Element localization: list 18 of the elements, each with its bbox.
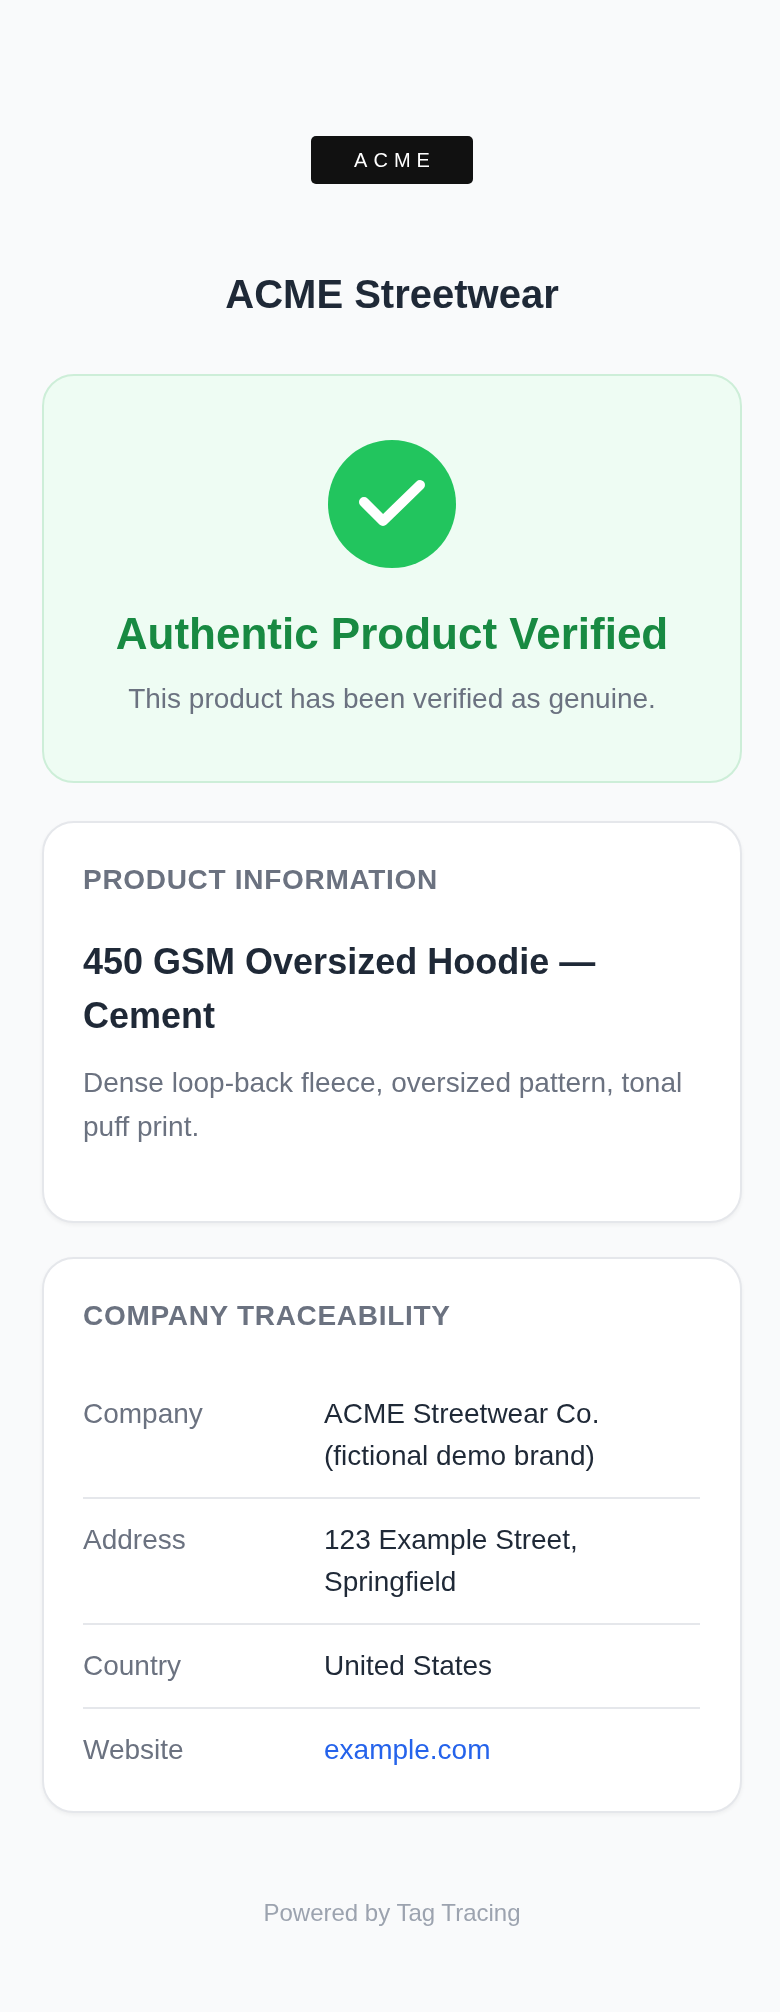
- footer-text: Powered by Tag Tracing: [263, 1899, 521, 1928]
- product-name: 450 GSM Oversized Hoodie — Cement: [83, 940, 597, 1039]
- field-label: Company: [83, 1397, 203, 1431]
- website-link[interactable]: example.com: [324, 1729, 491, 1771]
- brand-name: ACME Streetwear: [225, 271, 559, 318]
- section-heading: PRODUCT INFORMATION: [83, 862, 438, 897]
- field-label: Website: [83, 1733, 184, 1767]
- brand-logo: ACME: [311, 136, 473, 184]
- field-value: ACME Streetwear Co. (fictional demo brand): [324, 1397, 601, 1473]
- section-heading: COMPANY TRACEABILITY: [83, 1299, 451, 1333]
- verification-message: This product has been verified as genuine.: [128, 681, 656, 716]
- field-label: Country: [83, 1649, 182, 1683]
- field-value: 123 Example Street, Springfield: [324, 1523, 579, 1599]
- field-value: United States: [324, 1649, 493, 1683]
- check-circle-icon: [328, 440, 456, 568]
- product-description: Dense loop-back fleece, oversized pattern, tonal puff print.: [83, 1066, 684, 1145]
- verification-title: Authentic Product Verified: [115, 608, 669, 660]
- field-label: Address: [83, 1523, 186, 1557]
